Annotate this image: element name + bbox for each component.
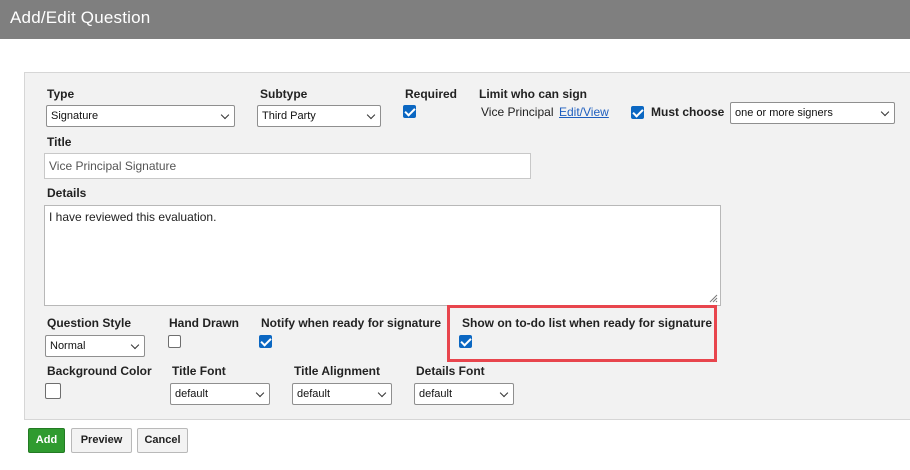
details-label: Details	[47, 186, 87, 200]
required-checkbox[interactable]	[403, 105, 416, 118]
chevron-down-icon	[366, 110, 376, 120]
limit-signer-value: Vice Principal	[481, 105, 554, 119]
title-alignment-value: default	[297, 388, 331, 400]
chevron-down-icon	[255, 388, 265, 398]
title-alignment-select[interactable]: default	[292, 383, 392, 405]
title-label: Title	[47, 135, 72, 149]
must-choose-label: Must choose	[651, 105, 725, 119]
required-label: Required	[405, 87, 458, 101]
title-font-select[interactable]: default	[170, 383, 270, 405]
must-choose-select[interactable]: one or more signers	[730, 102, 895, 124]
details-font-select[interactable]: default	[414, 383, 514, 405]
title-alignment-label: Title Alignment	[294, 364, 381, 378]
notify-checkbox[interactable]	[259, 335, 272, 348]
edit-view-link[interactable]: Edit/View	[559, 105, 609, 119]
chevron-down-icon	[499, 388, 509, 398]
dialog-title: Add/Edit Question	[0, 0, 910, 39]
subtype-label: Subtype	[260, 87, 308, 101]
title-input[interactable]: Vice Principal Signature	[44, 153, 531, 179]
subtype-select[interactable]: Third Party	[257, 105, 381, 127]
chevron-down-icon	[220, 110, 230, 120]
question-style-select[interactable]: Normal	[45, 335, 145, 357]
title-font-value: default	[175, 388, 209, 400]
details-font-label: Details Font	[416, 364, 485, 378]
preview-button[interactable]: Preview	[71, 428, 132, 453]
must-choose-select-value: one or more signers	[735, 107, 833, 119]
hand-drawn-checkbox[interactable]	[168, 335, 181, 348]
details-text: I have reviewed this evaluation.	[49, 210, 217, 224]
background-color-label: Background Color	[47, 364, 152, 378]
highlight-box	[447, 305, 717, 362]
chevron-down-icon	[130, 340, 140, 350]
question-style-value: Normal	[50, 340, 86, 352]
must-choose-checkbox[interactable]	[631, 106, 644, 119]
add-button[interactable]: Add	[28, 428, 65, 453]
type-select-value: Signature	[51, 110, 99, 122]
cancel-button[interactable]: Cancel	[137, 428, 188, 453]
chevron-down-icon	[880, 107, 890, 117]
resize-grip-icon[interactable]	[708, 293, 718, 303]
question-style-label: Question Style	[47, 316, 132, 330]
title-font-label: Title Font	[172, 364, 226, 378]
hand-drawn-label: Hand Drawn	[169, 316, 240, 330]
chevron-down-icon	[377, 388, 387, 398]
limit-signers-label: Limit who can sign	[479, 87, 588, 101]
type-select[interactable]: Signature	[46, 105, 235, 127]
details-textarea[interactable]: I have reviewed this evaluation.	[44, 205, 721, 306]
background-color-swatch[interactable]	[45, 383, 61, 399]
details-font-value: default	[419, 388, 453, 400]
subtype-select-value: Third Party	[262, 110, 316, 122]
notify-label: Notify when ready for signature	[261, 316, 442, 330]
type-label: Type	[47, 87, 75, 101]
